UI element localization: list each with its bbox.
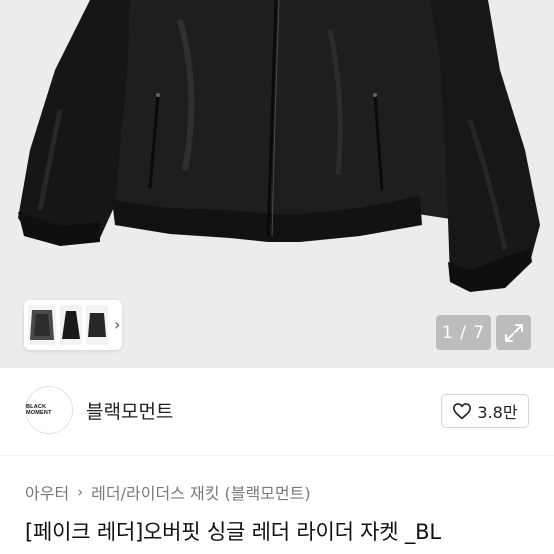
heart-outline-icon (453, 403, 472, 420)
product-title: [페이크 레더]오버핏 싱글 레더 라이더 자켓 _BL (25, 520, 441, 544)
chevron-right-icon[interactable]: › (114, 317, 120, 333)
thumbnail-3[interactable] (86, 305, 108, 345)
like-count: 3.8만 (477, 403, 518, 422)
seller-row: BLACK MOMENT 블랙모먼트 3.8만 (0, 368, 554, 456)
breadcrumb: 아우터 › 레더/라이더스 재킷 (블랙모먼트) (25, 480, 311, 504)
breadcrumb-item-category[interactable]: 레더/라이더스 재킷 (블랙모먼트) (91, 480, 310, 504)
seller-logo: BLACK MOMENT (26, 404, 52, 416)
thumbnail-1[interactable] (28, 305, 56, 345)
chevron-right-icon: › (77, 483, 84, 501)
breadcrumb-item-outer[interactable]: 아우터 (25, 480, 69, 504)
like-button[interactable]: 3.8만 (441, 394, 529, 428)
seller-name[interactable]: 블랙모먼트 (86, 397, 173, 424)
expand-button[interactable] (496, 315, 531, 350)
thumbnail-strip[interactable]: › (24, 300, 122, 350)
thumbnail-2[interactable] (60, 305, 82, 345)
image-counter: 1 / 7 (436, 315, 491, 350)
product-image-gallery[interactable]: › 1 / 7 (0, 0, 554, 368)
seller-avatar[interactable]: BLACK MOMENT (25, 386, 73, 434)
expand-icon (504, 323, 523, 342)
